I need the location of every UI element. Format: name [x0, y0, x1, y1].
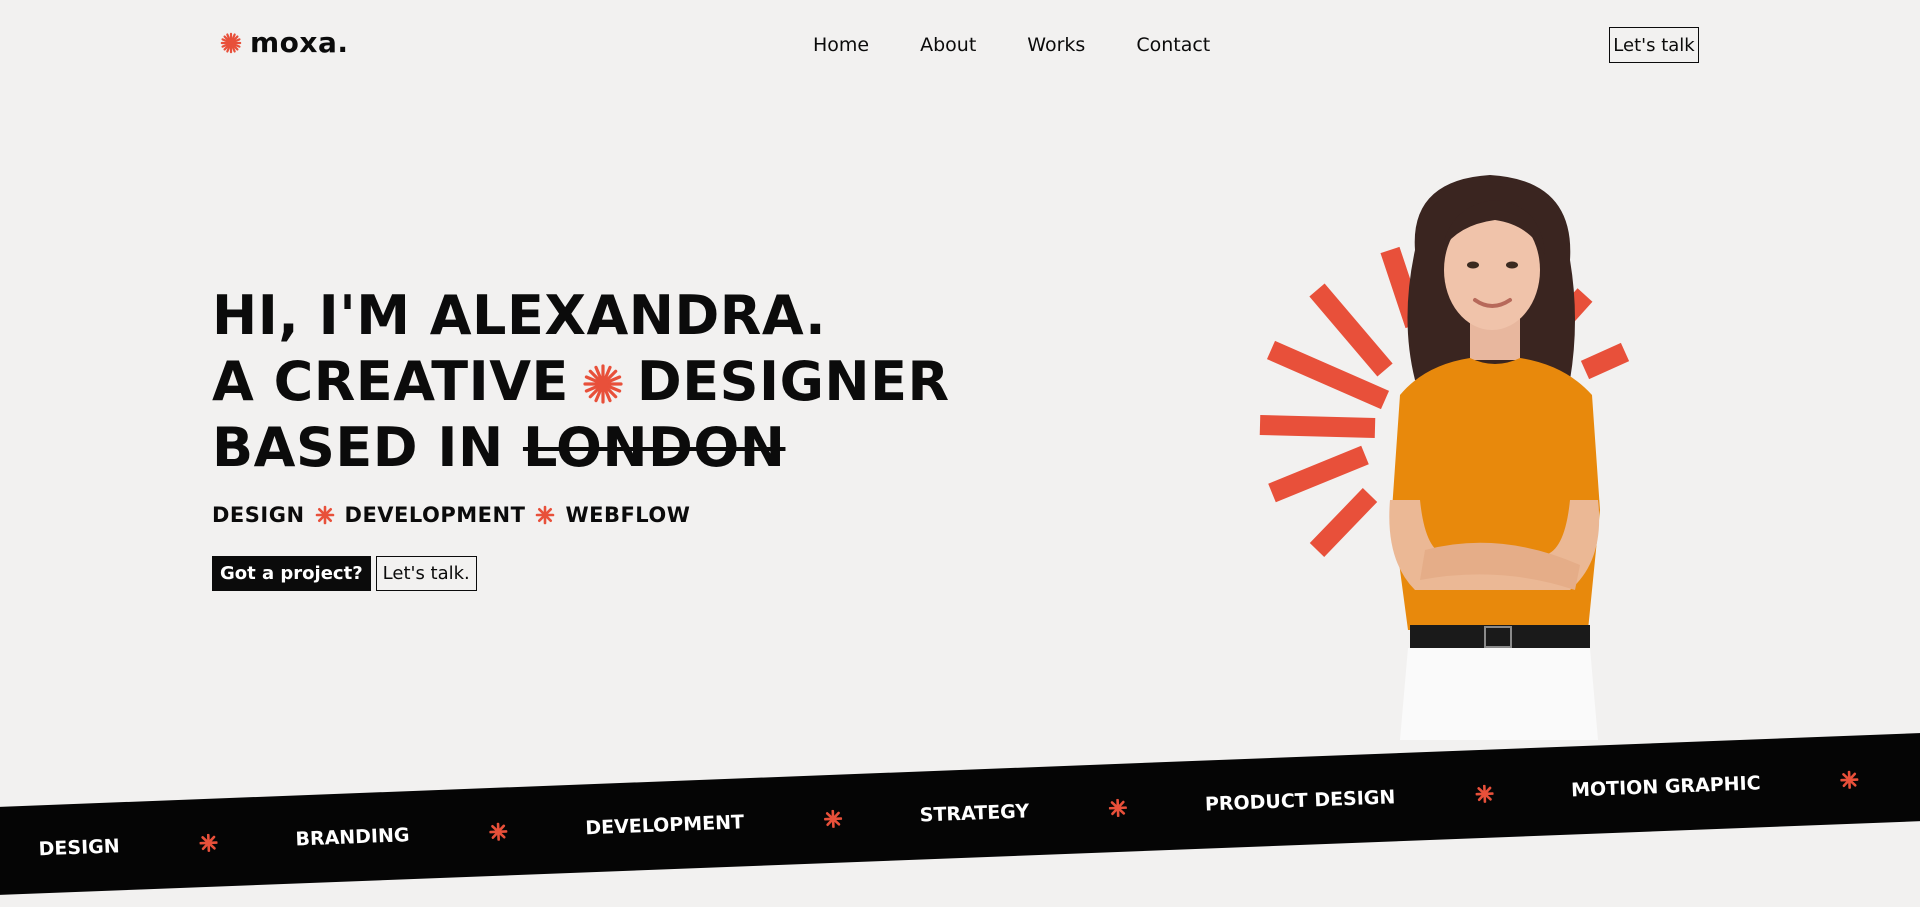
hero-heading: HI, I'M ALEXANDRA. A CREATIVE DESIGNER B…	[212, 283, 950, 481]
lets-talk-button[interactable]: Let's talk	[1609, 27, 1699, 63]
hero-line-3: BASED IN LONDON	[212, 415, 950, 481]
logo[interactable]: moxa.	[220, 26, 349, 59]
ticker-label: MOTION GRAPHIC	[1570, 772, 1761, 802]
ticker-label: PRODUCT DESIGN	[1204, 786, 1396, 816]
skill-design: DESIGN	[212, 503, 305, 527]
hero-cta-row: Got a project? Let's talk.	[212, 556, 477, 591]
star-burst-icon	[1474, 784, 1494, 804]
ticker-item: STRATEGY	[919, 794, 1205, 827]
hero-line-2-start: A CREATIVE	[212, 350, 569, 413]
hero-line-1: HI, I'M ALEXANDRA.	[212, 284, 827, 347]
ticker-label: DESIGN	[38, 835, 121, 861]
star-burst-icon	[1108, 798, 1128, 818]
star-burst-icon	[199, 833, 218, 853]
main-menu: Home About Works Contact	[813, 34, 1210, 56]
got-a-project-button[interactable]: Got a project?	[212, 556, 371, 591]
ticker-label: STRATEGY	[919, 800, 1030, 827]
sunburst-icon	[220, 32, 242, 53]
skill-webflow: WEBFLOW	[565, 503, 691, 527]
ticker-label: BRANDING	[295, 824, 410, 851]
lets-talk-secondary-button[interactable]: Let's talk.	[375, 556, 477, 591]
sunburst-icon	[583, 364, 623, 404]
skill-development: DEVELOPMENT	[344, 503, 526, 527]
nav-link-about[interactable]: About	[920, 34, 976, 56]
logo-text: moxa.	[250, 26, 349, 59]
services-ticker: DESIGN BRANDING DEVELOPMENT STRATEGY PRODUCT…	[0, 730, 1920, 898]
hero-line-3-start: BASED IN	[212, 416, 504, 479]
ticker-item: BRANDING	[295, 817, 586, 851]
skills-list: DESIGN DEVELOPMENT WEBFLOW	[212, 503, 690, 527]
top-nav: moxa. Home About Works Contact Let's tal…	[0, 0, 1920, 92]
ticker-item: DESIGN	[38, 829, 296, 861]
star-burst-icon	[1840, 770, 1859, 790]
ticker-item: DEVELOPMENT	[584, 805, 920, 840]
portrait-image	[1389, 175, 1600, 740]
star-burst-icon	[536, 505, 555, 525]
nav-link-contact[interactable]: Contact	[1136, 34, 1210, 56]
nav-link-home[interactable]: Home	[813, 34, 869, 56]
star-burst-icon	[315, 505, 334, 525]
ticker-item: MOTION GRAPHIC	[1570, 765, 1920, 802]
star-burst-icon	[489, 822, 508, 842]
nav-link-works[interactable]: Works	[1027, 34, 1085, 56]
hero-line-2: A CREATIVE DESIGNER	[212, 349, 950, 415]
struck-city: LONDON	[522, 416, 786, 479]
ticker-track: DESIGN BRANDING DEVELOPMENT STRATEGY PRODUCT…	[0, 724, 1920, 897]
star-burst-icon	[823, 809, 843, 829]
hero-line-2-end: DESIGNER	[636, 350, 950, 413]
ticker-label: DEVELOPMENT	[584, 811, 745, 840]
ticker-item: PRODUCT DESIGN	[1205, 780, 1572, 816]
